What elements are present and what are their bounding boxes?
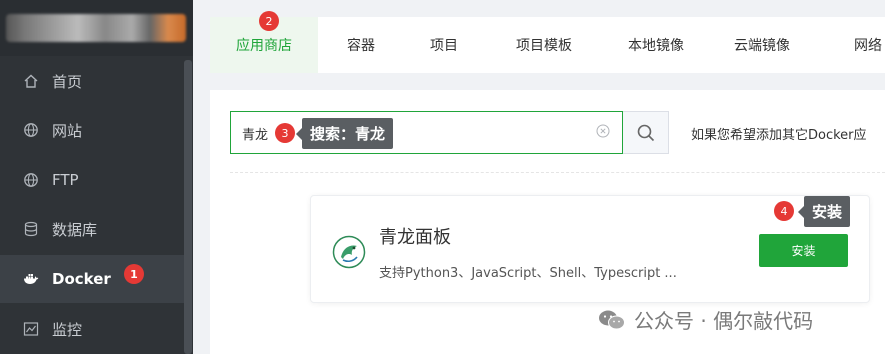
tab-cloud-images[interactable]: 云端镜像	[708, 17, 816, 73]
divider	[230, 172, 885, 173]
sidebar-item-docker[interactable]: Docker 1	[0, 255, 184, 303]
step-badge-1: 1	[124, 264, 144, 284]
tab-label: 本地镜像	[628, 38, 684, 54]
sidebar-item-database[interactable]: 数据库	[0, 205, 184, 253]
sidebar-item-label: 网站	[52, 121, 83, 140]
wechat-icon	[599, 310, 625, 329]
tab-projects[interactable]: 项目	[404, 17, 484, 73]
app-name: 青龙面板	[379, 227, 451, 248]
tooltip-install: 安装	[797, 196, 851, 227]
search-input[interactable]: 青龙 3	[230, 111, 623, 154]
tab-label: 容器	[347, 38, 375, 54]
ftp-icon	[22, 171, 40, 189]
blurred-account-info	[6, 14, 186, 42]
sidebar-item-label: Docker	[52, 270, 111, 288]
sidebar-item-label: FTP	[52, 171, 79, 189]
tooltip-text: 搜索：青龙	[310, 125, 386, 143]
sidebar-item-label: 首页	[52, 72, 83, 91]
tab-local-images[interactable]: 本地镜像	[604, 17, 708, 73]
tab-label: 云端镜像	[734, 38, 790, 54]
sidebar-scrollbar[interactable]	[184, 60, 192, 354]
search-value: 青龙	[242, 128, 269, 143]
sidebar-item-label: 数据库	[52, 220, 98, 239]
tab-label: 项目模板	[516, 38, 572, 54]
sidebar-item-label: 监控	[52, 320, 83, 339]
sidebar-header	[0, 0, 193, 56]
search-icon	[637, 124, 654, 141]
tab-label: 网络	[854, 38, 882, 54]
tab-network[interactable]: 网络	[816, 17, 885, 73]
watermark-text: 公众号 · 偶尔敲代码	[634, 309, 814, 333]
add-docker-hint: 如果您希望添加其它Docker应	[691, 128, 867, 143]
wechat-watermark: 公众号 · 偶尔敲代码	[598, 305, 813, 334]
tab-label: 项目	[430, 38, 458, 54]
step-badge-4: 4	[774, 201, 794, 221]
docker-tab-bar: 应用商店 容器 项目 项目模板 本地镜像 云端镜像 网络 2	[210, 11, 885, 73]
app-description: 支持Python3、JavaScript、Shell、Typescript ..…	[379, 266, 677, 281]
sidebar: 首页 网站 FTP 数据库 Docker 1 监控	[0, 0, 193, 354]
step-badge-2: 2	[259, 11, 279, 31]
app-card-qinglong: 青龙面板 支持Python3、JavaScript、Shell、Typescri…	[310, 195, 870, 303]
sidebar-item-ftp[interactable]: FTP	[0, 156, 184, 204]
install-button[interactable]: 安装	[759, 234, 848, 267]
tab-containers[interactable]: 容器	[318, 17, 404, 73]
tab-label: 应用商店	[236, 38, 292, 54]
monitor-icon	[22, 320, 40, 338]
clear-icon[interactable]	[596, 124, 610, 138]
database-icon	[22, 220, 40, 238]
home-icon	[22, 72, 40, 90]
step-badge-3: 3	[275, 123, 295, 143]
sidebar-item-home[interactable]: 首页	[0, 57, 184, 105]
globe-icon	[22, 121, 40, 139]
qinglong-logo-icon	[332, 235, 366, 269]
sidebar-item-website[interactable]: 网站	[0, 106, 184, 154]
tooltip-search: 搜索：青龙	[295, 118, 394, 149]
sidebar-item-monitor[interactable]: 监控	[0, 305, 184, 353]
docker-icon	[22, 270, 40, 288]
tab-project-templates[interactable]: 项目模板	[484, 17, 604, 73]
search-button[interactable]	[623, 111, 669, 154]
tooltip-text: 安装	[812, 203, 843, 221]
